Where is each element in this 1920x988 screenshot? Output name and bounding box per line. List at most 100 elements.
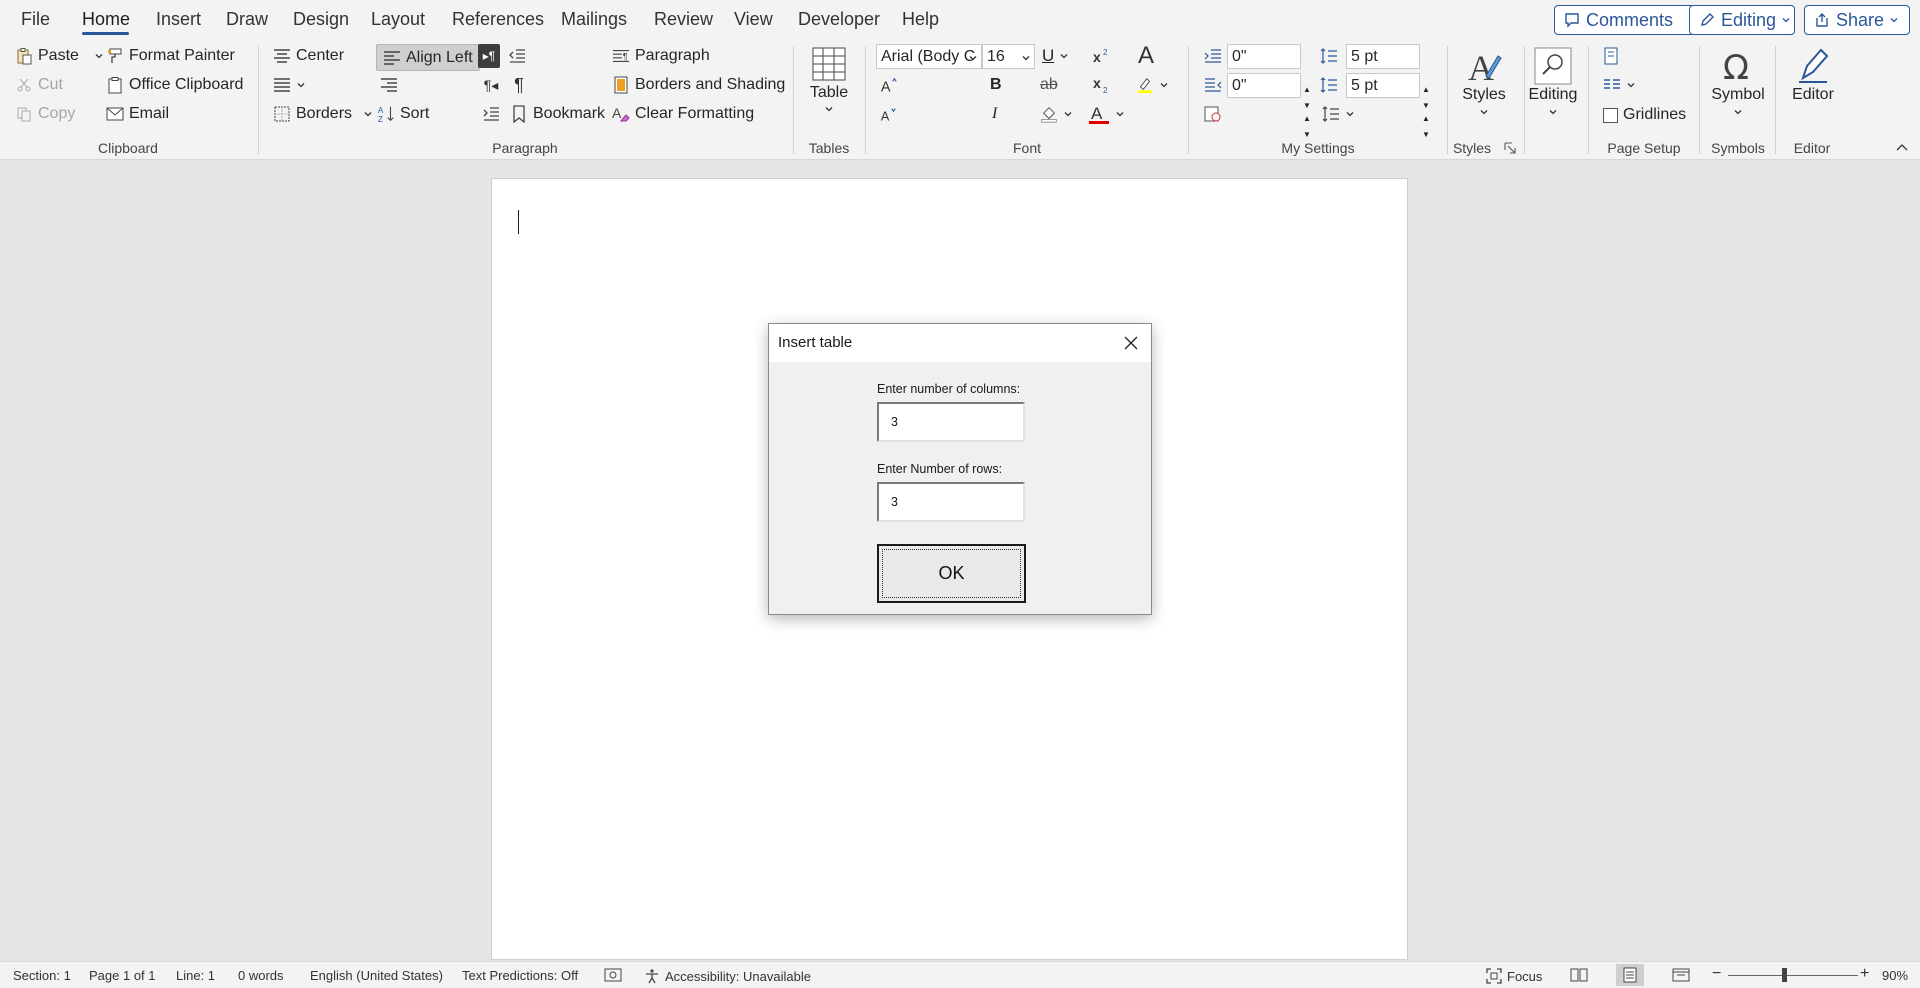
format-painter-button[interactable]: Format Painter bbox=[106, 44, 235, 68]
columns-input[interactable] bbox=[877, 402, 1025, 442]
font-color-button[interactable]: A bbox=[1088, 102, 1125, 126]
strikethrough-button[interactable]: ab bbox=[1040, 73, 1058, 97]
chevron-down-icon[interactable] bbox=[296, 80, 306, 90]
show-formatting-button[interactable]: ¶ bbox=[510, 73, 528, 97]
columns-button[interactable] bbox=[1603, 73, 1636, 97]
italic-button[interactable]: I bbox=[992, 102, 997, 126]
accessibility-indicator[interactable]: Accessibility: Unavailable bbox=[644, 968, 811, 984]
indent-left-spinner[interactable]: ▲ ▼ bbox=[1302, 86, 1312, 110]
close-button[interactable] bbox=[1121, 333, 1141, 353]
superscript-button[interactable]: x2 bbox=[1092, 44, 1110, 68]
rows-input[interactable] bbox=[877, 482, 1025, 522]
subscript-button[interactable]: x2 bbox=[1092, 73, 1110, 97]
cut-button[interactable]: Cut bbox=[15, 73, 63, 97]
tab-file[interactable]: File bbox=[21, 9, 50, 30]
zoom-in-button[interactable]: + bbox=[1860, 965, 1869, 983]
tab-review[interactable]: Review bbox=[654, 9, 713, 30]
zoom-out-button[interactable]: − bbox=[1712, 965, 1721, 983]
indent-right-spinner[interactable]: ▲ ▼ bbox=[1302, 115, 1312, 139]
font-size-combobox[interactable]: 16 bbox=[982, 44, 1035, 69]
space-after-spinner[interactable]: ▲ ▼ bbox=[1421, 115, 1431, 139]
tab-insert[interactable]: Insert bbox=[156, 9, 201, 30]
ok-button[interactable]: OK bbox=[877, 544, 1026, 603]
change-case-button[interactable]: A bbox=[1136, 42, 1160, 66]
shading-button[interactable] bbox=[1040, 102, 1073, 126]
ltr-paragraph-button[interactable]: ▸¶ bbox=[478, 44, 500, 68]
chevron-down-icon[interactable] bbox=[1063, 109, 1073, 119]
page-indicator[interactable]: Page 1 of 1 bbox=[89, 968, 156, 983]
zoom-slider-track[interactable] bbox=[1728, 975, 1858, 976]
copy-button[interactable]: Copy bbox=[15, 102, 75, 126]
paste-button[interactable]: Paste bbox=[15, 44, 104, 68]
section-indicator[interactable]: Section: 1 bbox=[13, 968, 71, 983]
symbol-button[interactable]: Ω Symbol bbox=[1711, 46, 1765, 117]
chevron-down-icon[interactable] bbox=[1345, 109, 1355, 119]
sort-button[interactable]: AZ Sort bbox=[377, 102, 429, 126]
collapse-ribbon-icon[interactable] bbox=[1896, 142, 1908, 152]
clear-formatting-button[interactable]: A Clear Formatting bbox=[612, 102, 754, 126]
grow-font-button[interactable]: A bbox=[880, 73, 898, 97]
chevron-down-icon[interactable] bbox=[94, 51, 104, 61]
office-clipboard-button[interactable]: Office Clipboard bbox=[106, 73, 243, 97]
web-layout-button[interactable] bbox=[1672, 967, 1690, 983]
editing-mode-button[interactable]: Editing bbox=[1689, 5, 1795, 35]
print-layout-button[interactable] bbox=[1616, 964, 1644, 986]
line-indicator[interactable]: Line: 1 bbox=[176, 968, 215, 983]
gridlines-checkbox-box[interactable] bbox=[1603, 107, 1618, 123]
font-name-combobox[interactable]: Arial (Body C bbox=[876, 44, 982, 69]
chevron-down-icon[interactable] bbox=[1159, 80, 1169, 90]
tab-home[interactable]: Home bbox=[82, 9, 130, 30]
zoom-slider-thumb[interactable] bbox=[1782, 968, 1787, 982]
chevron-down-icon[interactable] bbox=[1626, 80, 1636, 90]
decrease-indent-button[interactable] bbox=[508, 44, 526, 68]
bullets-button[interactable] bbox=[273, 73, 306, 97]
tab-draw[interactable]: Draw bbox=[226, 9, 268, 30]
word-count[interactable]: 0 words bbox=[238, 968, 284, 983]
chevron-down-icon[interactable] bbox=[1115, 109, 1125, 119]
borders-button[interactable]: Borders bbox=[273, 102, 373, 126]
tab-view[interactable]: View bbox=[734, 9, 773, 30]
style-inspector-button[interactable] bbox=[1204, 102, 1222, 126]
text-predictions-indicator[interactable]: Text Predictions: Off bbox=[462, 968, 578, 983]
styles-dialog-launcher-icon[interactable] bbox=[1504, 142, 1516, 154]
zoom-level[interactable]: 90% bbox=[1882, 968, 1908, 983]
underline-button[interactable]: U bbox=[1042, 44, 1069, 68]
bold-button[interactable]: B bbox=[990, 73, 1002, 97]
tab-design[interactable]: Design bbox=[293, 9, 349, 30]
borders-and-shading-button[interactable]: Borders and Shading bbox=[612, 73, 785, 97]
dialog-title-bar[interactable]: Insert table bbox=[769, 324, 1151, 362]
tab-layout[interactable]: Layout bbox=[371, 9, 425, 30]
indent-left-field[interactable]: 0" bbox=[1227, 44, 1301, 69]
bookmark-button[interactable]: Bookmark bbox=[510, 102, 605, 126]
email-button[interactable]: Email bbox=[106, 102, 169, 126]
tab-help[interactable]: Help bbox=[902, 9, 939, 30]
tab-developer[interactable]: Developer bbox=[798, 9, 880, 30]
chevron-down-icon[interactable] bbox=[968, 53, 978, 63]
gridlines-checkbox[interactable]: Gridlines bbox=[1603, 103, 1686, 127]
editor-button[interactable]: Editor bbox=[1787, 46, 1839, 104]
chevron-down-icon[interactable] bbox=[1059, 51, 1069, 61]
page-setup-button[interactable] bbox=[1603, 44, 1621, 68]
table-button[interactable]: Table bbox=[808, 46, 850, 114]
tab-mailings[interactable]: Mailings bbox=[561, 9, 627, 30]
center-button[interactable]: Center bbox=[273, 44, 344, 68]
space-after-field[interactable]: 5 pt bbox=[1346, 73, 1420, 98]
highlight-button[interactable] bbox=[1136, 73, 1169, 97]
read-mode-button[interactable] bbox=[1570, 967, 1588, 983]
share-button[interactable]: Share bbox=[1804, 5, 1910, 35]
language-indicator[interactable]: English (United States) bbox=[310, 968, 443, 983]
rtl-paragraph-button[interactable]: ¶◂ bbox=[482, 73, 500, 97]
line-spacing-button[interactable] bbox=[1322, 102, 1355, 126]
space-before-field[interactable]: 5 pt bbox=[1346, 44, 1420, 69]
increase-indent-button[interactable] bbox=[482, 102, 500, 126]
focus-mode-button[interactable]: Focus bbox=[1486, 968, 1542, 984]
chevron-down-icon[interactable] bbox=[1021, 53, 1031, 63]
shrink-font-button[interactable]: A bbox=[880, 102, 898, 126]
indent-right-field[interactable]: 0" bbox=[1227, 73, 1301, 98]
space-before-spinner[interactable]: ▲ ▼ bbox=[1421, 86, 1431, 110]
align-left-button[interactable]: Align Left bbox=[376, 44, 480, 71]
editing-button[interactable]: Editing bbox=[1527, 46, 1579, 117]
chevron-down-icon[interactable] bbox=[363, 109, 373, 119]
align-right-button[interactable] bbox=[380, 73, 398, 97]
tab-references[interactable]: References bbox=[452, 9, 544, 30]
